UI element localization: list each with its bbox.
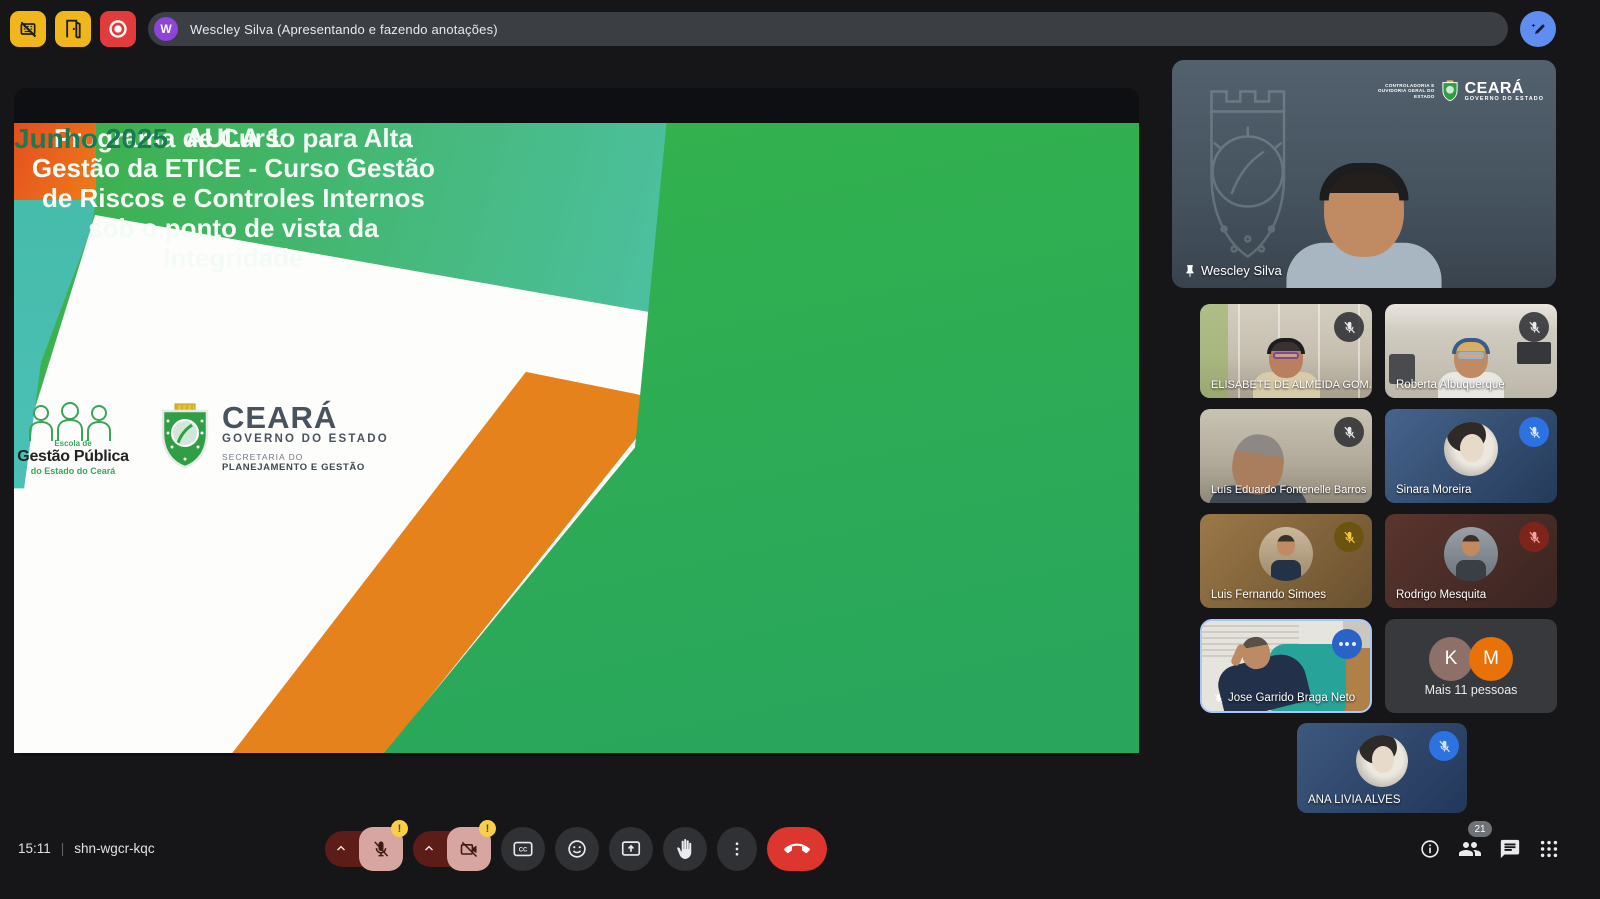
magic-pen-icon bbox=[1528, 19, 1548, 39]
camera-off-button[interactable]: ! bbox=[447, 827, 491, 871]
mic-muted-badge bbox=[1334, 312, 1364, 342]
pinned-participant-video bbox=[1275, 158, 1454, 288]
tile-more-options-button[interactable] bbox=[1332, 629, 1362, 659]
info-panel-button[interactable] bbox=[1419, 838, 1441, 860]
people-icon bbox=[1458, 837, 1482, 861]
door-exit-app-icon[interactable] bbox=[55, 11, 91, 47]
mic-mute-button[interactable]: ! bbox=[359, 827, 403, 871]
reactions-button[interactable] bbox=[555, 827, 599, 871]
meeting-panels: 21 bbox=[1419, 837, 1560, 861]
overlay-shield-icon bbox=[1441, 80, 1459, 102]
raise-hand-icon bbox=[675, 839, 695, 859]
info-icon bbox=[1419, 838, 1441, 860]
participant-name: Luís Eduardo Fontenelle Barros bbox=[1211, 484, 1366, 496]
mic-muted-badge bbox=[1519, 417, 1549, 447]
pinned-participant-tile[interactable]: CONTROLADORIA E OUVIDORIA GERAL DO ESTAD… bbox=[1172, 60, 1556, 288]
people-panel-button[interactable]: 21 bbox=[1458, 837, 1482, 861]
participant-tile-roberta[interactable]: Roberta Albuquerque bbox=[1385, 304, 1557, 398]
participant-tile-jose-garrido[interactable]: Jose Garrido Braga Neto bbox=[1200, 619, 1372, 713]
call-controls: ! ! CC bbox=[0, 827, 1152, 871]
overflow-participants-tile[interactable]: K M Mais 11 pessoas bbox=[1385, 619, 1557, 713]
overlay-org-text: CONTROLADORIA E OUVIDORIA GERAL DO ESTAD… bbox=[1371, 83, 1435, 100]
overflow-avatars: K M bbox=[1429, 637, 1513, 681]
overlay-brand: CEARÁ bbox=[1465, 81, 1544, 96]
overlay-brand-sub: GOVERNO DO ESTADO bbox=[1465, 96, 1544, 102]
camera-control-group: ! bbox=[413, 827, 491, 871]
participant-count-badge: 21 bbox=[1468, 821, 1492, 837]
record-icon bbox=[107, 18, 129, 40]
overflow-label: Mais 11 pessoas bbox=[1385, 683, 1557, 697]
overlay-brand-block: CEARÁ GOVERNO DO ESTADO bbox=[1465, 81, 1544, 102]
participant-name: ELISABETE DE ALMEIDA GOM... bbox=[1211, 379, 1372, 391]
participant-name: Roberta Albuquerque bbox=[1396, 379, 1505, 391]
mic-muted-badge bbox=[1334, 522, 1364, 552]
chevron-up-icon bbox=[422, 842, 436, 856]
participant-name: Luis Fernando Simoes bbox=[1211, 589, 1326, 601]
participant-tile-sinara[interactable]: Sinara Moreira bbox=[1385, 409, 1557, 503]
captions-button[interactable]: CC bbox=[501, 827, 545, 871]
avatar-m: M bbox=[1469, 637, 1513, 681]
participant-name: ANA LIVIA ALVES bbox=[1308, 794, 1400, 806]
slide-date: Junho 2025 bbox=[14, 123, 1139, 753]
participant-tile-luis-fernando[interactable]: Luis Fernando Simoes bbox=[1200, 514, 1372, 608]
recording-app-icon[interactable] bbox=[100, 11, 136, 47]
participant-name: Rodrigo Mesquita bbox=[1396, 589, 1486, 601]
present-screen-icon bbox=[620, 838, 642, 860]
annotation-tool-button[interactable] bbox=[1520, 11, 1556, 47]
google-meet-window: { "topbar": { "apps": ["screen-capture-b… bbox=[0, 0, 1600, 899]
participant-tile-ana-livia[interactable]: ANA LIVIA ALVES bbox=[1297, 723, 1467, 813]
avatar-k: K bbox=[1429, 637, 1473, 681]
participant-avatar bbox=[1444, 527, 1498, 581]
participant-avatar bbox=[1259, 527, 1313, 581]
present-screen-button[interactable] bbox=[609, 827, 653, 871]
end-call-button[interactable] bbox=[767, 827, 827, 871]
participant-tile-elisabete[interactable]: ELISABETE DE ALMEIDA GOM... bbox=[1200, 304, 1372, 398]
background-monitor bbox=[1517, 342, 1551, 364]
participant-tile-rodrigo[interactable]: Rodrigo Mesquita bbox=[1385, 514, 1557, 608]
activities-button[interactable] bbox=[1538, 838, 1560, 860]
more-vertical-icon bbox=[728, 840, 746, 858]
participant-tile-luis-eduardo[interactable]: Luís Eduardo Fontenelle Barros bbox=[1200, 409, 1372, 503]
more-options-button[interactable] bbox=[717, 827, 757, 871]
shared-slide: Escola de Gestão Pública do Estado do Ce… bbox=[14, 123, 1139, 753]
mic-muted-badge bbox=[1429, 731, 1459, 761]
mic-off-icon bbox=[371, 839, 391, 859]
participant-name: Sinara Moreira bbox=[1396, 484, 1471, 496]
chat-panel-button[interactable] bbox=[1499, 838, 1521, 860]
keyboard-slash-icon bbox=[18, 19, 38, 39]
emoji-smile-icon bbox=[566, 838, 588, 860]
participant-avatar bbox=[1444, 422, 1498, 476]
presenter-status-pill: W Wescley Silva (Apresentando e fazendo … bbox=[148, 12, 1508, 46]
chevron-up-icon bbox=[334, 842, 348, 856]
mic-muted-badge bbox=[1334, 417, 1364, 447]
mic-off-inline-icon bbox=[1213, 693, 1224, 704]
participant-avatar bbox=[1356, 735, 1408, 787]
chat-icon bbox=[1499, 838, 1521, 860]
presenter-label: Wescley Silva (Apresentando e fazendo an… bbox=[190, 22, 498, 37]
svg-text:CC: CC bbox=[519, 847, 528, 853]
mic-muted-badge bbox=[1519, 522, 1549, 552]
participant-name: Jose Garrido Braga Neto bbox=[1213, 692, 1355, 704]
mic-control-group: ! bbox=[325, 827, 403, 871]
captions-icon: CC bbox=[512, 838, 534, 860]
camera-warning-badge: ! bbox=[479, 820, 496, 837]
screen-capture-blocked-app-icon[interactable] bbox=[10, 11, 46, 47]
call-end-icon bbox=[784, 836, 810, 862]
raise-hand-button[interactable] bbox=[663, 827, 707, 871]
camera-off-icon bbox=[459, 839, 479, 859]
mic-muted-badge bbox=[1519, 312, 1549, 342]
pin-icon bbox=[1183, 264, 1197, 278]
apps-grid-icon bbox=[1538, 838, 1560, 860]
mic-warning-badge: ! bbox=[391, 820, 408, 837]
tile-overlay-logo: CONTROLADORIA E OUVIDORIA GERAL DO ESTAD… bbox=[1371, 80, 1544, 102]
door-icon bbox=[64, 19, 82, 39]
participant-name: Wescley Silva bbox=[1183, 263, 1282, 278]
presenter-avatar: W bbox=[154, 17, 178, 41]
